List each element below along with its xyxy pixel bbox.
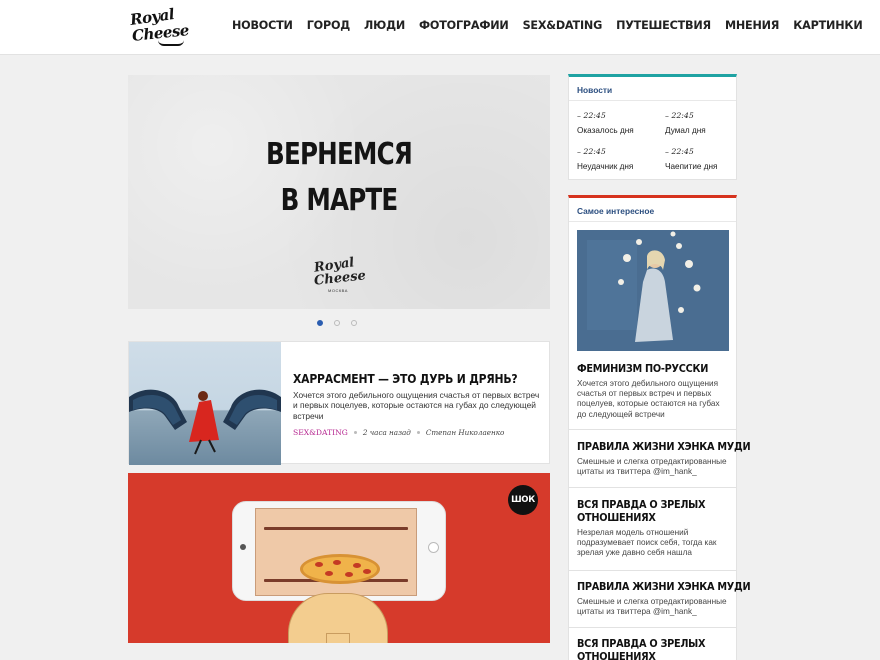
- interesting-item[interactable]: ВСЯ ПРАВДА О ЗРЕЛЫХ ОТНОШЕНИЯХ Незрелая …: [577, 499, 729, 559]
- most-interesting-heading[interactable]: Самое интересное: [569, 198, 736, 222]
- nav-item-sex-dating[interactable]: SEX&DATING: [523, 19, 603, 32]
- news-list: – 22:45 Оказалось дня – 22:45 Думал дня …: [577, 111, 735, 171]
- interesting-desc: Смешные и слегка отредактированные цитат…: [577, 597, 727, 617]
- nav-item-people[interactable]: ЛЮДИ: [364, 19, 405, 32]
- news-time: – 22:45: [577, 147, 606, 156]
- slider-dot-2[interactable]: [334, 320, 340, 326]
- slider-dots: [317, 320, 357, 326]
- interesting-desc: Хочется этого дебильного ощущения счасть…: [577, 379, 720, 419]
- article-time: 2 часа назад: [362, 428, 411, 437]
- slider-dot-1[interactable]: [317, 320, 323, 326]
- meta-separator: [353, 431, 357, 434]
- main-nav: НОВОСТИ ГОРОД ЛЮДИ ФОТОГРАФИИ SEX&DATING…: [232, 19, 877, 32]
- site-header: Royal Cheese НОВОСТИ ГОРОД ЛЮДИ ФОТОГРАФ…: [0, 0, 880, 55]
- oven-screen: [255, 508, 417, 596]
- divider: [569, 487, 736, 488]
- hero-logo: Royal Cheese МОСКВА: [312, 255, 368, 298]
- interesting-title[interactable]: ПРАВИЛА ЖИЗНИ ХЭНКА МУДИ: [577, 581, 751, 594]
- interesting-desc: Смешные и слегка отредактированные цитат…: [577, 457, 727, 477]
- logo-swash: [158, 40, 184, 46]
- news-title[interactable]: Чаепитие дня: [665, 162, 735, 171]
- phone-home-button: [428, 542, 439, 553]
- article-meta: SEX&DATING 2 часа назад Степан Николаенк…: [293, 428, 504, 437]
- nav-item-travel[interactable]: ПУТЕШЕСТВИЯ: [616, 19, 711, 32]
- nav-item-pictures[interactable]: КАРТИНКИ: [793, 19, 862, 32]
- news-time: – 22:45: [665, 147, 694, 156]
- interesting-title[interactable]: ПРАВИЛА ЖИЗНИ ХЭНКА МУДИ: [577, 441, 751, 454]
- divider: [569, 627, 736, 628]
- news-item[interactable]: – 22:45 Оказалось дня: [577, 111, 665, 135]
- news-time: – 22:45: [665, 111, 694, 120]
- hero-title-line1: ВЕРНЕМСЯ: [266, 137, 413, 172]
- phone-illustration: [232, 501, 446, 601]
- news-title[interactable]: Думал дня: [665, 126, 735, 135]
- news-item[interactable]: – 22:45 Неудачник дня: [577, 147, 665, 171]
- interesting-item[interactable]: ФЕМИНИЗМ ПО-РУССКИ Хочется этого дебильн…: [577, 363, 729, 420]
- news-title[interactable]: Неудачник дня: [577, 162, 665, 171]
- article-title[interactable]: ХАРРАСМЕНТ — ЭТО ДУРЬ И ДРЯНЬ?: [293, 372, 518, 386]
- divider: [569, 429, 736, 430]
- nav-item-news[interactable]: НОВОСТИ: [232, 19, 293, 32]
- interesting-title[interactable]: ВСЯ ПРАВДА О ЗРЕЛЫХ: [577, 499, 717, 512]
- interesting-title[interactable]: ФЕМИНИЗМ ПО-РУССКИ: [577, 363, 717, 376]
- news-time: – 22:45: [577, 111, 606, 120]
- feature-photo[interactable]: [577, 230, 729, 351]
- divider: [569, 570, 736, 571]
- site-logo[interactable]: Royal Cheese: [128, 5, 190, 48]
- interesting-item[interactable]: ВСЯ ПРАВДА О ЗРЕЛЫХ ОТНОШЕНИЯХ: [577, 638, 729, 660]
- oven-rack: [264, 527, 408, 530]
- most-interesting-widget: Самое интересное ФЕМИНИЗМ ПО-РУССКИ Хоче…: [568, 195, 751, 660]
- article-card[interactable]: ХАРРАСМЕНТ — ЭТО ДУРЬ И ДРЯНЬ? Хочется э…: [128, 341, 550, 465]
- slider-dot-3[interactable]: [351, 320, 357, 326]
- hero-logo-sub: МОСКВА: [328, 288, 348, 293]
- pizza-illustration: [300, 554, 380, 584]
- article-author[interactable]: Степан Николаенко: [426, 428, 505, 437]
- pizza-peel-handle: [326, 633, 350, 643]
- phone-camera: [240, 544, 246, 550]
- nav-item-photos[interactable]: ФОТОГРАФИИ: [419, 19, 509, 32]
- article-excerpt: Хочется этого дебильного ощущения счасть…: [293, 390, 540, 421]
- interesting-title-line2[interactable]: ОТНОШЕНИЯХ: [577, 651, 717, 660]
- article-category[interactable]: SEX&DATING: [293, 428, 348, 437]
- hero-slide[interactable]: ВЕРНЕМСЯ В МАРТЕ Royal Cheese МОСКВА: [128, 75, 550, 309]
- news-title[interactable]: Оказалось дня: [577, 126, 665, 135]
- feature-article[interactable]: ШОК: [128, 473, 550, 643]
- nav-item-city[interactable]: ГОРОД: [307, 19, 351, 32]
- shock-badge: ШОК: [508, 485, 538, 515]
- interesting-item[interactable]: ПРАВИЛА ЖИЗНИ ХЭНКА МУДИ Смешные и слегк…: [577, 441, 751, 477]
- article-image[interactable]: [129, 342, 281, 465]
- interesting-title[interactable]: ВСЯ ПРАВДА О ЗРЕЛЫХ: [577, 638, 717, 651]
- hero-title-line2: В МАРТЕ: [280, 183, 399, 218]
- nav-item-opinions[interactable]: МНЕНИЯ: [725, 19, 779, 32]
- news-item[interactable]: – 22:45 Чаепитие дня: [665, 147, 735, 171]
- news-heading[interactable]: Новости: [569, 77, 736, 101]
- interesting-item[interactable]: ПРАВИЛА ЖИЗНИ ХЭНКА МУДИ Смешные и слегк…: [577, 581, 751, 617]
- interesting-title-line2[interactable]: ОТНОШЕНИЯХ: [577, 512, 717, 525]
- news-widget: Новости – 22:45 Оказалось дня – 22:45 Ду…: [568, 74, 737, 180]
- meta-separator: [416, 431, 420, 434]
- news-item[interactable]: – 22:45 Думал дня: [665, 111, 735, 135]
- interesting-desc: Незрелая модель отношений подразумевает …: [577, 528, 717, 558]
